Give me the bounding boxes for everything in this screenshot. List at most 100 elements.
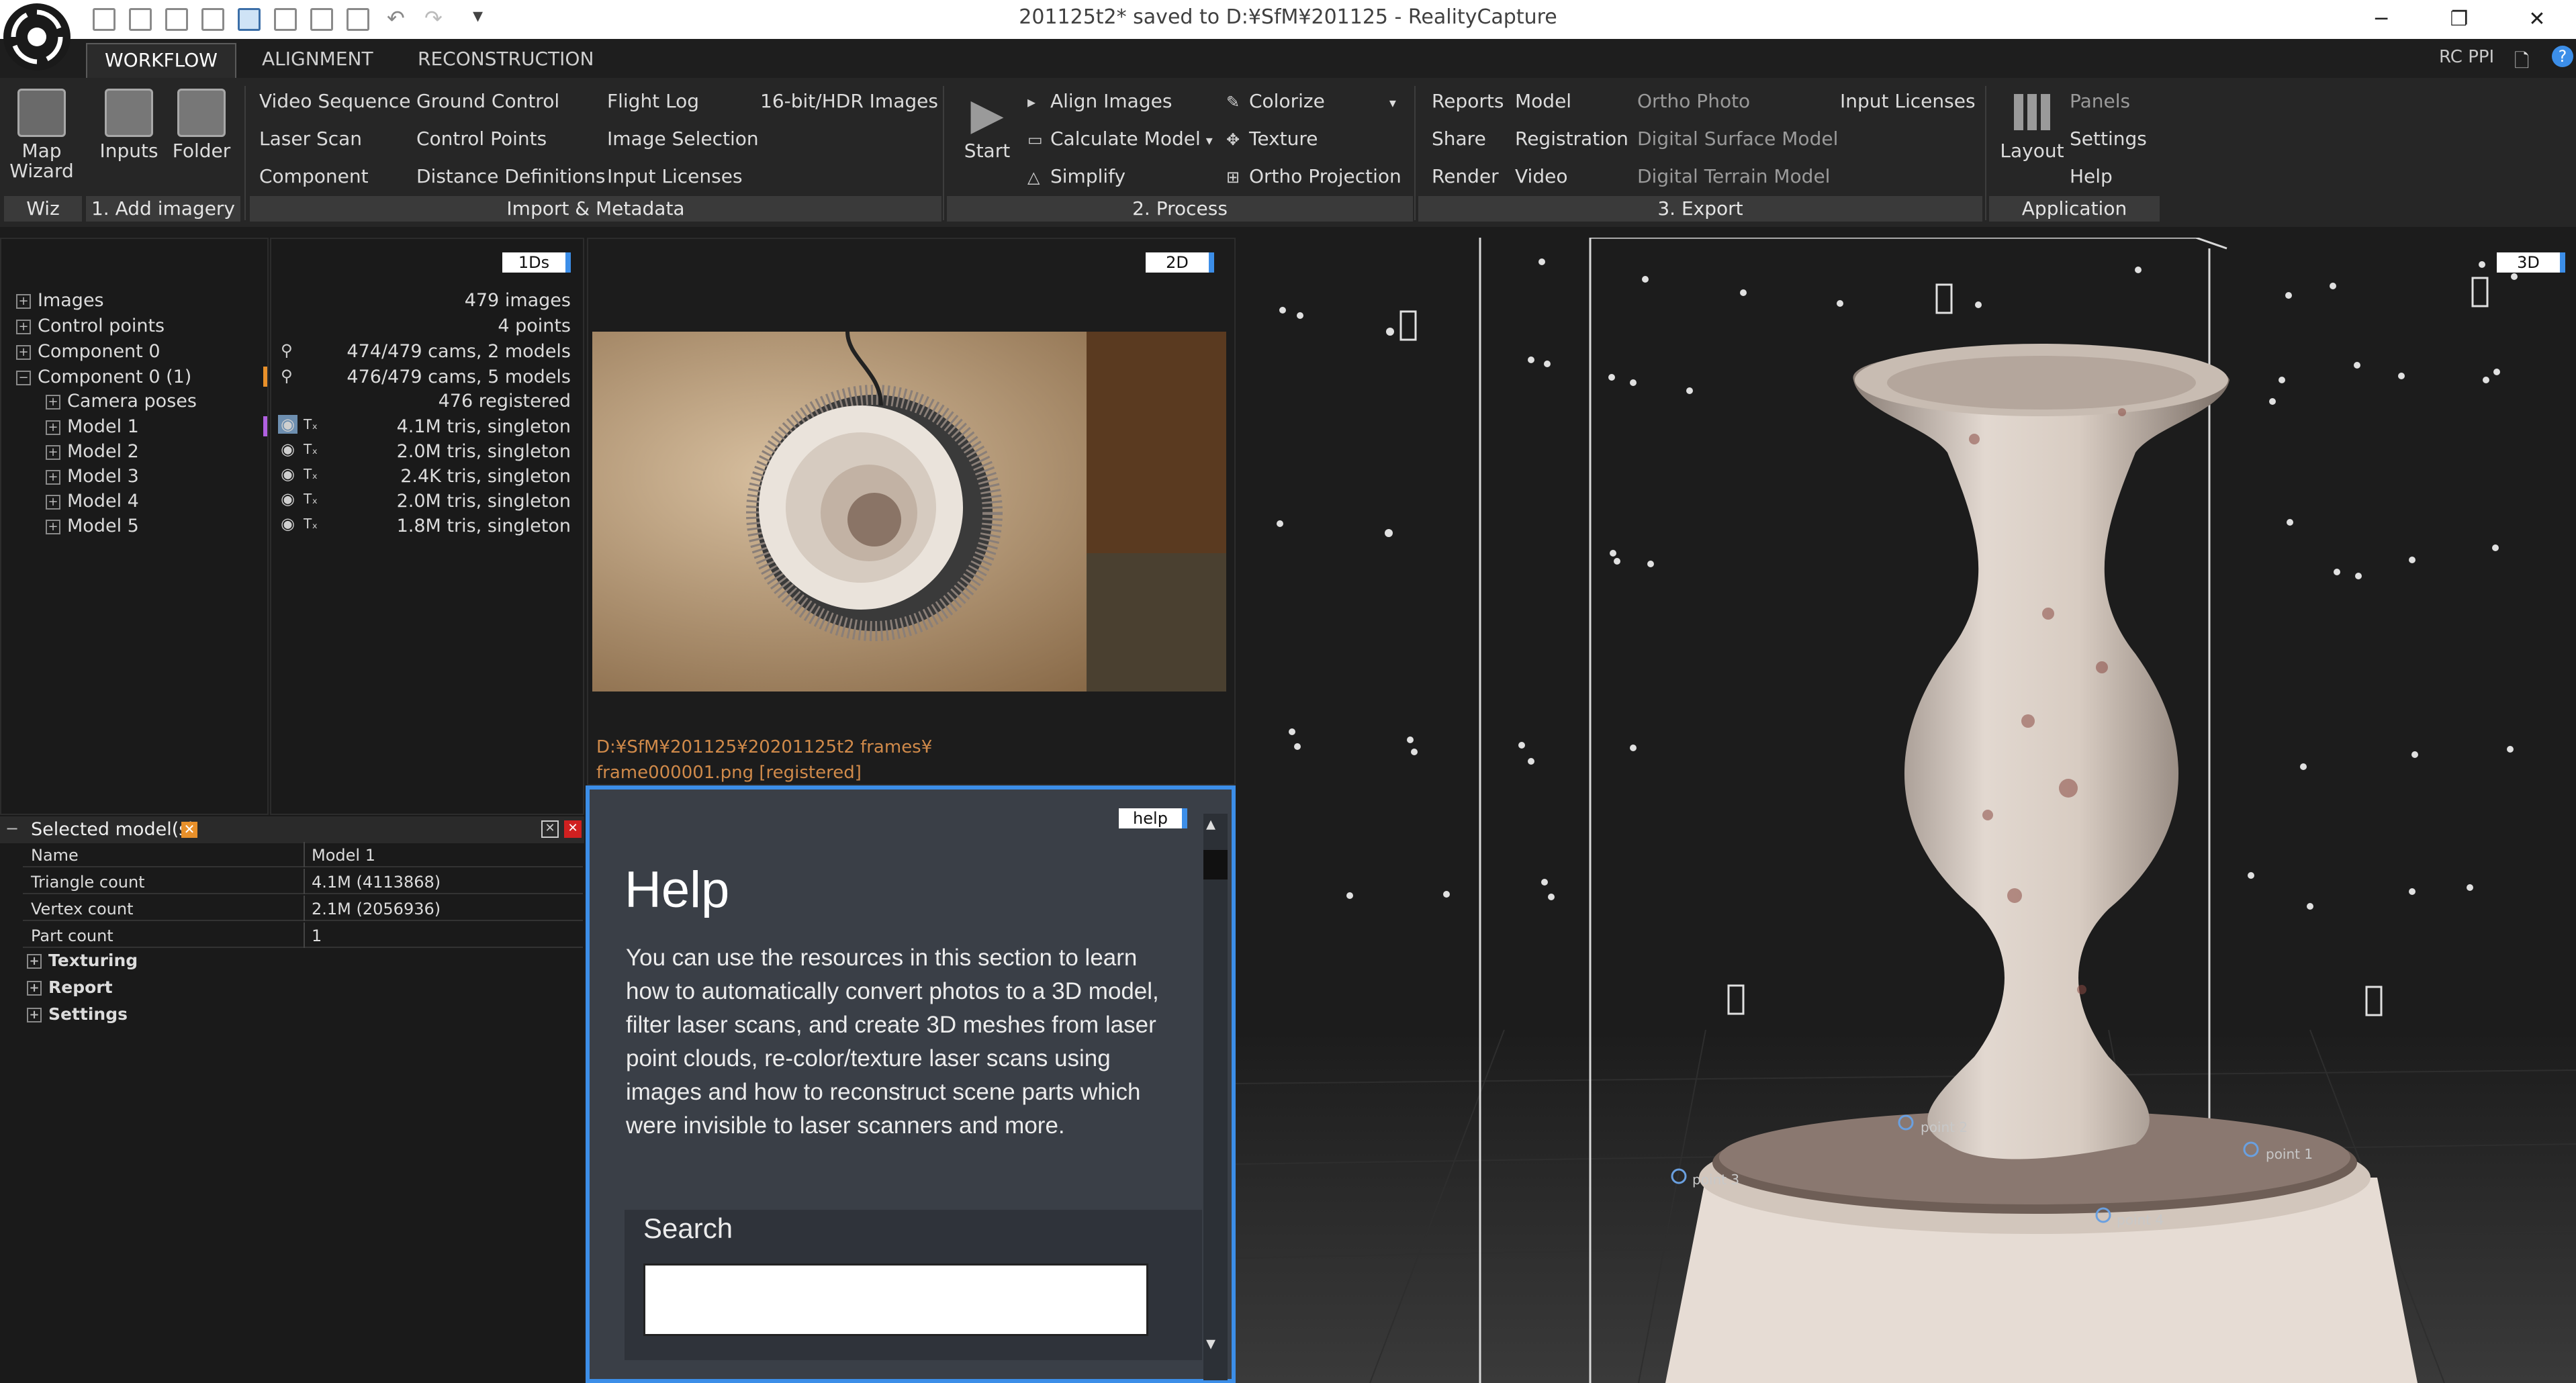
ortho-photo-button[interactable]: Ortho Photo: [1637, 90, 1750, 112]
visibility-eye-icon[interactable]: ◉: [281, 514, 295, 533]
tree-item-model-2[interactable]: + Model 2: [46, 441, 139, 462]
settings-button[interactable]: Settings: [2070, 128, 2147, 150]
tag-2d[interactable]: 2D: [1146, 252, 1214, 273]
expand-icon[interactable]: +: [46, 494, 60, 510]
video-sequence-button[interactable]: Video Sequence: [259, 90, 410, 112]
tree-item-model-4[interactable]: + Model 4: [46, 491, 139, 512]
help-menu-button[interactable]: Help: [2070, 165, 2113, 187]
tab-workflow[interactable]: WORKFLOW: [86, 43, 236, 78]
tree-label: Component 0: [38, 341, 160, 362]
export-registration-button[interactable]: Registration: [1515, 128, 1628, 150]
frame-image[interactable]: [592, 332, 1226, 692]
visibility-eye-icon[interactable]: ◉: [278, 415, 297, 434]
input-licenses-export-button[interactable]: Input Licenses: [1840, 90, 1976, 112]
expand-icon[interactable]: +: [27, 954, 42, 969]
texture-state-icon: Tₓ: [304, 416, 318, 432]
calculate-model-dropdown-icon[interactable]: ▾: [1206, 132, 1213, 148]
colorize-dropdown-icon[interactable]: ▾: [1389, 95, 1396, 111]
tree-item-model-3[interactable]: + Model 3: [46, 466, 139, 487]
calculate-model-button[interactable]: ▭ Calculate Model ▾: [1027, 128, 1213, 150]
scrollbar-thumb[interactable]: [1203, 850, 1228, 879]
tree-item-model-1[interactable]: + Model 1: [46, 416, 139, 437]
digital-terrain-model-button[interactable]: Digital Terrain Model: [1637, 165, 1830, 187]
section-report[interactable]: + Report: [27, 977, 113, 997]
export-model-button[interactable]: Model: [1515, 90, 1571, 112]
scroll-up-icon[interactable]: ▴: [1206, 812, 1215, 834]
prop-value[interactable]: Model 1: [312, 846, 375, 865]
expand-icon[interactable]: +: [46, 519, 60, 534]
folder-button[interactable]: Folder: [169, 89, 234, 161]
inputs-button[interactable]: Inputs: [97, 89, 161, 161]
visibility-eye-icon[interactable]: ◉: [281, 440, 295, 459]
minimize-button[interactable]: ─: [2361, 3, 2401, 36]
tree-item-camera-poses[interactable]: + Camera poses: [46, 391, 197, 412]
document-icon[interactable]: 🗋: [2514, 47, 2530, 79]
expand-icon[interactable]: +: [46, 469, 60, 485]
laser-scan-button[interactable]: Laser Scan: [259, 128, 362, 150]
expand-icon[interactable]: +: [16, 344, 31, 360]
image-selection-button[interactable]: Image Selection: [607, 128, 759, 150]
tree-item-images[interactable]: + Images: [16, 290, 104, 311]
export-video-button[interactable]: Video: [1515, 165, 1567, 187]
align-images-button[interactable]: ▸ Align Images: [1027, 90, 1172, 112]
tag-3d[interactable]: 3D: [2497, 252, 2565, 273]
tree-item-control-points[interactable]: + Control points: [16, 316, 165, 336]
visibility-eye-icon[interactable]: ◉: [281, 489, 295, 508]
visibility-eye-icon[interactable]: ◉: [281, 465, 295, 483]
rc-ppi-label[interactable]: RC PPI: [2439, 47, 2494, 67]
control-points-button[interactable]: Control Points: [416, 128, 547, 150]
tab-alignment[interactable]: ALIGNMENT: [244, 43, 391, 78]
expand-icon[interactable]: +: [46, 444, 60, 460]
input-licenses-import-button[interactable]: Input Licenses: [607, 165, 743, 187]
expand-icon[interactable]: +: [46, 394, 60, 410]
expand-icon[interactable]: +: [27, 981, 42, 996]
start-button[interactable]: ▶ Start: [956, 89, 1018, 161]
help-search-input[interactable]: [643, 1263, 1148, 1336]
ortho-projection-button[interactable]: ⊞ Ortho Projection: [1226, 165, 1401, 187]
share-button[interactable]: Share: [1432, 128, 1486, 150]
tree-label: Model 5: [67, 516, 139, 536]
map-wizard-button[interactable]: Map Wizard: [7, 89, 77, 181]
section-texturing[interactable]: + Texturing: [27, 951, 138, 970]
ribbon-separator: [1985, 86, 1986, 220]
tag-help[interactable]: help: [1119, 808, 1187, 828]
prop-key: Part count: [31, 926, 113, 945]
tree-item-component-0[interactable]: + Component 0: [16, 341, 160, 362]
reports-button[interactable]: Reports: [1432, 90, 1504, 112]
distance-definitions-button[interactable]: Distance Definitions: [416, 165, 606, 187]
section-settings[interactable]: + Settings: [27, 1004, 128, 1024]
close-panel-icon[interactable]: ✕: [564, 820, 582, 838]
scroll-down-icon[interactable]: ▾: [1206, 1332, 1215, 1354]
group-label-export: 3. Export: [1418, 196, 1982, 222]
simplify-button[interactable]: △ Simplify: [1027, 165, 1125, 187]
expand-icon[interactable]: +: [27, 1008, 42, 1022]
close-button[interactable]: ✕: [2517, 3, 2557, 36]
expand-icon[interactable]: +: [16, 319, 31, 334]
tree-item-model-5[interactable]: + Model 5: [46, 516, 139, 536]
realitycapture-logo-icon[interactable]: [0, 0, 74, 74]
digital-surface-model-button[interactable]: Digital Surface Model: [1637, 128, 1838, 150]
dock-icon[interactable]: ✕: [541, 820, 559, 838]
panels-button[interactable]: Panels: [2070, 90, 2130, 112]
collapse-icon[interactable]: −: [5, 819, 19, 838]
hdr-images-button[interactable]: 16-bit/HDR Images: [760, 90, 938, 112]
control-point-label: point 2: [1921, 1119, 1968, 1135]
expand-icon[interactable]: +: [46, 420, 60, 435]
ground-control-button[interactable]: Ground Control: [416, 90, 559, 112]
help-icon[interactable]: ?: [2552, 46, 2573, 67]
render-button[interactable]: Render: [1432, 165, 1499, 187]
colorize-button[interactable]: ✎ Colorize ▾: [1226, 90, 1396, 112]
viewport-3d[interactable]: point 2 point 3 point 1 point 4: [1236, 238, 2576, 1383]
layout-button[interactable]: Layout: [1997, 94, 2067, 161]
tab-reconstruction[interactable]: RECONSTRUCTION: [400, 43, 611, 78]
texture-button[interactable]: ✥ Texture: [1226, 128, 1318, 150]
restore-button[interactable]: ❐: [2439, 3, 2479, 36]
tree-item-component-0-1[interactable]: − Component 0 (1): [16, 367, 191, 387]
collapse-icon[interactable]: −: [16, 370, 31, 385]
flight-log-button[interactable]: Flight Log: [607, 90, 699, 112]
expand-icon[interactable]: +: [16, 293, 31, 309]
component-button[interactable]: Component: [259, 165, 369, 187]
help-scrollbar[interactable]: [1203, 814, 1228, 1380]
tag-1ds[interactable]: 1Ds: [502, 252, 571, 273]
pin-icon[interactable]: ✕: [181, 822, 197, 838]
